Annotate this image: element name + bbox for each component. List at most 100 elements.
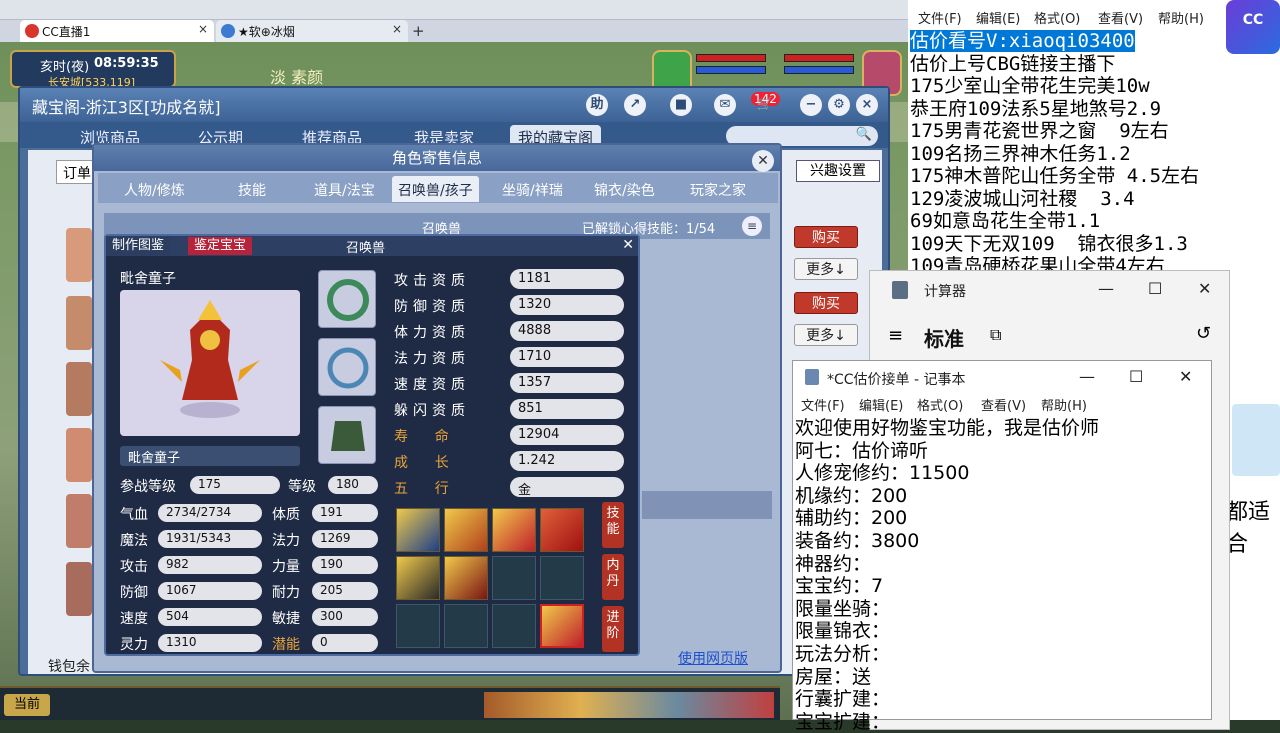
keep-on-top-icon[interactable]: ⧉ [990,325,1001,345]
minimize-icon[interactable]: — [1098,279,1114,298]
help-icon[interactable]: 助 [586,94,608,116]
text-line: 175男青花瓷世界之窗 9左右 [910,120,1169,142]
notepad-text-area[interactable]: 欢迎使用好物鉴宝功能，我是估价师 阿七：估价谛听 人修宠修约：11500 机缘约… [795,417,1195,733]
notepad-text-area[interactable]: 估价看号V:xiaoqi03400 估价上号CBG链接主播下 175少室山全带花… [910,30,1280,278]
skill-icon[interactable] [540,604,584,648]
pet-list-row[interactable] [642,491,772,519]
aptitude-value: 1710 [510,347,624,367]
menu-edit[interactable]: 编辑(E) [859,395,903,414]
list-menu-icon[interactable]: ≡ [742,216,762,236]
skill-icon[interactable] [444,508,488,552]
close-icon[interactable]: ✕ [1198,279,1211,298]
appraise-pet-tag[interactable]: 鉴定宝宝 [188,237,253,255]
tab-home[interactable]: 玩家之家 [684,176,752,202]
advance-button[interactable]: 进阶 [602,606,624,652]
stop-icon[interactable]: ■ [670,94,692,116]
empty-skill-slot [396,604,440,648]
role-thumbnail[interactable] [66,228,92,282]
text-line: 宝宝扩建： [795,710,891,733]
browser-tab-cc[interactable]: CC直播1 × [20,20,214,42]
stat-label: 速度 [120,611,148,627]
buy-button[interactable]: 购买 [794,292,858,314]
role-thumbnail[interactable] [66,428,92,482]
make-catalog-tag[interactable]: 制作图鉴 [106,237,171,255]
channel-button[interactable]: 当前 [4,694,50,716]
share-icon[interactable]: ↗ [624,94,646,116]
text-line: 129凌波城山河社稷 3.4 [910,187,1135,210]
inner-core-button[interactable]: 内丹 [602,554,624,600]
more-button[interactable]: 更多↓ [794,258,858,280]
wallet-balance-label: 钱包余 [48,659,90,675]
skill-icon[interactable] [540,508,584,552]
aptitude-label: 速度资质 [394,377,470,393]
close-icon[interactable]: ✕ [1179,367,1192,386]
stat-value: 1310 [158,634,262,652]
attribute-value: 300 [312,608,378,626]
cart-icon[interactable]: 🛒 [754,94,776,116]
history-icon[interactable]: ↺ [1196,323,1211,344]
stat-label: 攻击 [120,559,148,575]
menu-format[interactable]: 格式(O) [917,395,963,414]
tab-pets[interactable]: 召唤兽/孩子 [392,176,479,202]
text-line: 房屋：送 [795,665,872,688]
close-icon[interactable]: × [856,94,878,116]
message-icon[interactable]: ✉ [714,94,736,116]
collar-icon [327,347,369,389]
search-icon[interactable]: 🔍 [856,127,872,142]
hamburger-menu-icon[interactable]: ≡ [888,325,903,346]
menu-view[interactable]: 查看(V) [981,395,1026,414]
cc-live-logo: CC [1226,0,1280,54]
close-icon[interactable]: ✕ [622,237,634,253]
menu-file[interactable]: 文件(F) [801,395,845,414]
buy-button[interactable]: 购买 [794,226,858,248]
attribute-value: 205 [312,582,378,600]
notepad-menubar: 文件(F) 编辑(E) 格式(O) 查看(V) 帮助(H) [793,395,1211,415]
new-tab-button[interactable]: + [412,22,425,40]
side-widget[interactable] [1232,404,1280,476]
skill-icon[interactable] [396,508,440,552]
close-icon[interactable]: × [392,22,402,36]
stat-label: 防御 [120,585,148,601]
skill-icon[interactable] [492,508,536,552]
role-thumbnail[interactable] [66,362,92,416]
web-version-link[interactable]: 使用网页版 [678,648,748,668]
panel-title: 角色寄售信息 [94,145,780,171]
maximize-icon[interactable]: ☐ [1129,367,1143,386]
tab-outfits[interactable]: 锦衣/染色 [588,176,661,202]
browser-tab-second[interactable]: ★软⊕冰烟 × [216,20,408,42]
hotkey-icons[interactable] [484,692,774,718]
level-value: 180 [328,476,378,494]
role-thumbnail[interactable] [66,562,92,616]
menu-view[interactable]: 查看(V) [1098,8,1143,27]
pet-nameplate: 毗舍童子 [120,446,300,466]
menu-help[interactable]: 帮助(H) [1158,8,1204,27]
skill-icon[interactable] [396,556,440,600]
pet-equipment-slot-armor[interactable] [318,406,376,464]
tab-character[interactable]: 人物/修炼 [118,176,191,202]
close-icon[interactable]: × [198,22,208,36]
menu-format[interactable]: 格式(O) [1034,8,1080,27]
stat-value: 2734/2734 [158,504,262,522]
skill-icon[interactable] [444,556,488,600]
menu-help[interactable]: 帮助(H) [1041,395,1087,414]
menu-edit[interactable]: 编辑(E) [976,8,1020,27]
empty-skill-slot [492,604,536,648]
tab-items[interactable]: 道具/法宝 [308,176,381,202]
role-thumbnail[interactable] [66,494,92,548]
skills-button[interactable]: 技能 [602,502,624,548]
more-button[interactable]: 更多↓ [794,324,858,346]
interest-settings-button[interactable]: 兴趣设置 [796,160,880,182]
minimize-icon[interactable]: − [800,94,822,116]
text-line: 玩法分析： [795,642,891,665]
maximize-icon[interactable]: ☐ [1148,279,1162,298]
menu-file[interactable]: 文件(F) [918,8,962,27]
pet-equipment-slot-collar[interactable] [318,338,376,396]
settings-icon[interactable]: ⚙ [828,94,850,116]
tab-skills[interactable]: 技能 [232,176,272,202]
minimize-icon[interactable]: — [1079,367,1095,386]
attribute-value: 190 [312,556,378,574]
close-icon[interactable]: ✕ [752,150,774,172]
pet-equipment-slot-ring[interactable] [318,270,376,328]
role-thumbnail[interactable] [66,296,92,350]
tab-mounts[interactable]: 坐骑/祥瑞 [496,176,569,202]
